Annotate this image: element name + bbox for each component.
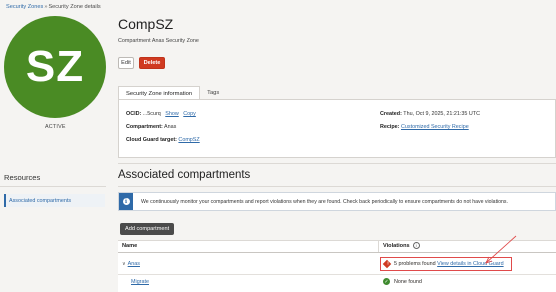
section-title: Associated compartments <box>118 169 251 181</box>
ocid-row: OCID: ...5curq Show Copy <box>126 111 196 117</box>
column-header-name-label: Name <box>122 243 138 249</box>
column-header-violations-label: Violations <box>383 242 410 249</box>
created-label: Created: <box>380 111 402 117</box>
avatar-initials: SZ <box>25 42 85 91</box>
violation-none: None found <box>394 279 422 285</box>
created-value: Thu, Oct 9, 2025, 21:21:35 UTC <box>403 111 480 117</box>
tab-bar: Security Zone information Tags <box>118 86 226 100</box>
table-row: Migrate <box>131 279 149 285</box>
check-icon: ✓ <box>383 278 390 285</box>
notice-text: We continuously monitor your compartment… <box>141 199 508 205</box>
delete-button[interactable]: Delete <box>139 57 165 69</box>
breadcrumb: Security Zones»Security Zone details <box>6 4 101 10</box>
column-header-violations: Violations i <box>383 242 420 249</box>
page-subtitle: Compartment Anas Security Zone <box>118 38 199 44</box>
cloud-guard-target-link[interactable]: CompSZ <box>178 137 199 143</box>
info-icon: i <box>122 198 130 205</box>
info-notice: i We continuously monitor your compartme… <box>118 192 556 211</box>
edit-button[interactable]: Edit <box>118 57 134 69</box>
sidebar-item-associated-compartments[interactable]: Associated compartments <box>4 194 105 207</box>
ocid-show-link[interactable]: Show <box>165 111 179 117</box>
tab-tags[interactable]: Tags <box>200 86 226 100</box>
table-row: ∨ Anas <box>122 261 140 267</box>
violation-count: 5 problems found <box>394 261 436 267</box>
chevron-down-icon[interactable]: ∨ <box>122 261 126 267</box>
breadcrumb-security-zones[interactable]: Security Zones <box>6 4 43 10</box>
cloud-guard-row: Cloud Guard target: CompSZ <box>126 137 200 143</box>
help-icon[interactable]: i <box>412 242 420 249</box>
row-divider <box>118 274 556 275</box>
violation-cell: 5 problems found View details in Cloud G… <box>394 261 504 267</box>
recipe-row: Recipe: Customized Security Recipe <box>380 124 469 130</box>
compartment-value: Anas <box>164 124 177 130</box>
cloud-guard-label: Cloud Guard target: <box>126 137 177 143</box>
page-title: CompSZ <box>118 16 174 32</box>
compartment-row: Compartment: Anas <box>126 124 176 130</box>
resources-divider <box>0 186 106 187</box>
ocid-copy-link[interactable]: Copy <box>183 111 196 117</box>
breadcrumb-separator: » <box>44 4 48 10</box>
table-header-divider <box>118 252 556 253</box>
compartment-label: Compartment: <box>126 124 163 130</box>
view-details-link[interactable]: View details in Cloud Guard <box>437 261 503 267</box>
compartment-link[interactable]: Migrate <box>131 279 149 285</box>
tab-security-zone-information[interactable]: Security Zone information <box>118 86 201 100</box>
add-compartment-button[interactable]: Add compartment <box>120 223 175 235</box>
status-label: ACTIVE <box>45 124 66 130</box>
ocid-value: ...5curq <box>142 111 161 117</box>
violation-cell: None found <box>394 279 422 285</box>
breadcrumb-current: Security Zone details <box>48 4 101 10</box>
ocid-label: OCID: <box>126 111 142 117</box>
section-title-divider <box>118 186 556 187</box>
zone-info-panel <box>118 100 556 158</box>
created-row: Created: Thu, Oct 9, 2025, 21:21:35 UTC <box>380 111 480 117</box>
column-header-name: Name <box>122 243 137 249</box>
avatar: SZ <box>4 16 106 118</box>
recipe-label: Recipe: <box>380 124 400 130</box>
notice-bar: i <box>119 193 133 210</box>
compartment-link[interactable]: Anas <box>128 261 140 267</box>
resources-title: Resources <box>4 173 41 182</box>
recipe-link[interactable]: Customized Security Recipe <box>401 124 469 130</box>
column-separator <box>378 240 379 252</box>
section-divider <box>118 163 556 164</box>
